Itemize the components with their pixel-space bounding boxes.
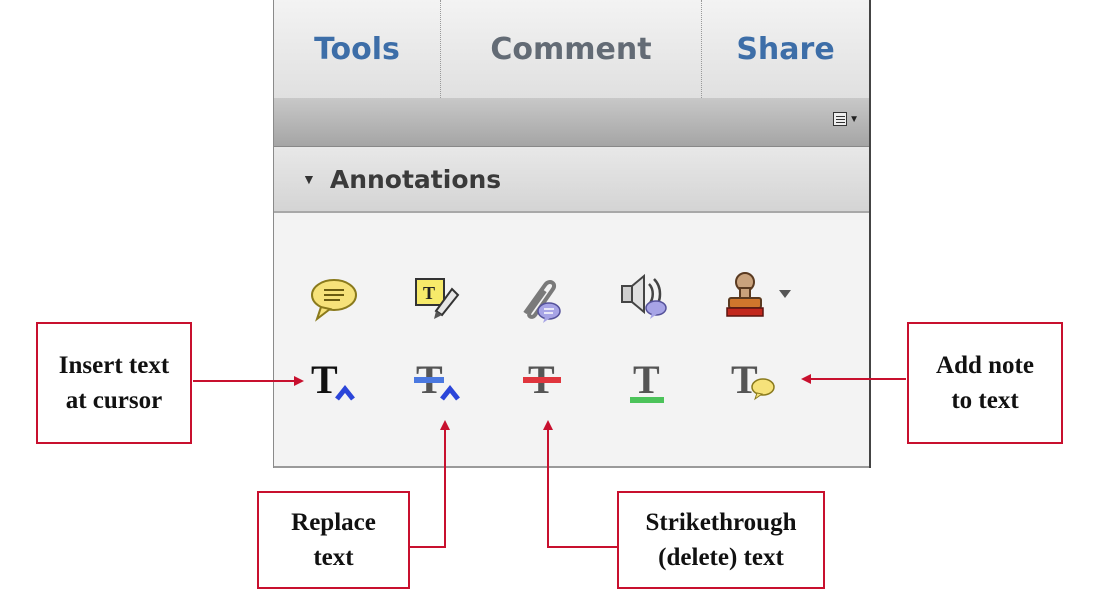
tab-tools[interactable]: Tools xyxy=(274,0,440,98)
callout-replace-text: Replace text xyxy=(257,491,410,589)
insert-text-icon[interactable]: T xyxy=(305,351,361,407)
annotations-body: T T T T xyxy=(274,213,869,468)
panel-options-button[interactable]: ▼ xyxy=(833,112,859,126)
comment-pane: Tools Comment Share ▼ ▼ Annotations T T … xyxy=(273,0,871,468)
callout-strikethrough: Strikethrough (delete) text xyxy=(617,491,825,589)
section-title: Annotations xyxy=(329,164,502,194)
annotations-section-header[interactable]: ▼ Annotations xyxy=(274,147,869,213)
replace-text-icon[interactable]: T xyxy=(410,351,466,407)
svg-text:T: T xyxy=(311,357,338,402)
collapse-triangle-icon: ▼ xyxy=(302,171,316,187)
add-note-to-text-icon[interactable]: T xyxy=(725,351,781,407)
svg-text:T: T xyxy=(633,357,660,402)
pane-bottom-border xyxy=(274,466,869,468)
svg-text:T: T xyxy=(423,283,435,303)
stamp-icon[interactable] xyxy=(721,268,801,324)
svg-text:T: T xyxy=(731,357,758,402)
underline-text-icon[interactable]: T xyxy=(620,351,676,407)
strikethrough-text-icon[interactable]: T xyxy=(515,351,571,407)
tab-share[interactable]: Share xyxy=(702,0,869,98)
pane-toolbar: ▼ xyxy=(274,98,869,147)
callout-add-note: Add note to text xyxy=(907,322,1063,444)
chevron-down-icon: ▼ xyxy=(849,113,859,125)
record-audio-icon[interactable] xyxy=(616,268,672,324)
pane-tabs: Tools Comment Share xyxy=(274,0,869,99)
tab-comment[interactable]: Comment xyxy=(440,0,702,98)
panel-options-icon xyxy=(833,112,848,126)
attach-file-icon[interactable] xyxy=(511,271,567,327)
callout-insert-text: Insert text at cursor xyxy=(36,322,192,444)
sticky-note-icon[interactable] xyxy=(305,271,361,327)
text-box-note-icon[interactable]: T xyxy=(406,269,462,325)
